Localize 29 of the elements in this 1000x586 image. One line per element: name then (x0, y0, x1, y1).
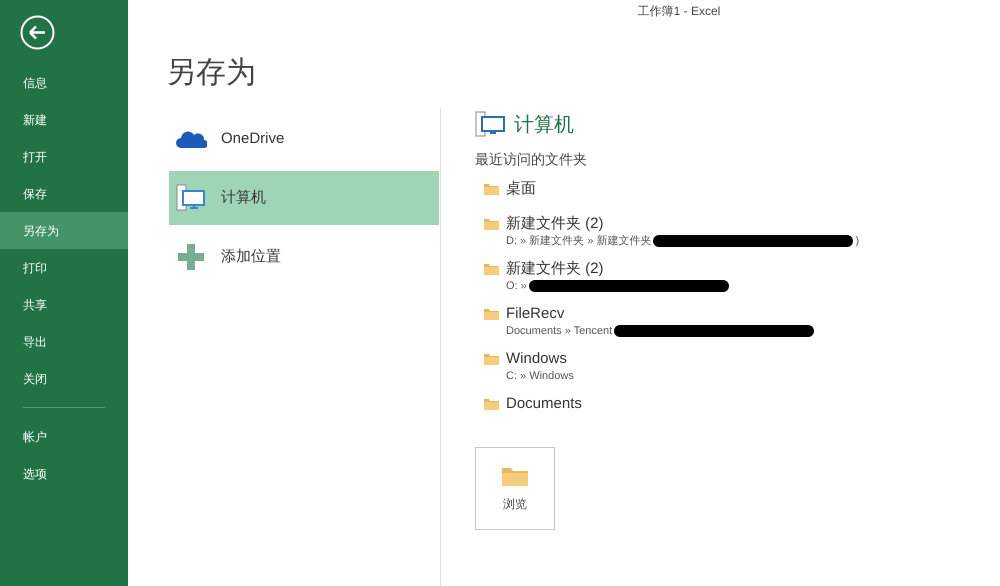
folder-name[interactable]: 桌面 (506, 180, 536, 198)
back-icon[interactable] (20, 15, 55, 50)
computer-icon (475, 111, 506, 139)
folder-icon (484, 183, 499, 195)
folder-name[interactable]: 新建文件夹 (2) (506, 215, 604, 233)
plus-icon (178, 244, 204, 270)
folder-path: ) (855, 234, 860, 249)
cloud-icon (175, 129, 207, 149)
folder-name[interactable]: 新建文件夹 (2) (506, 260, 604, 278)
section-label: 最近访问的文件夹 (475, 150, 587, 169)
folder-icon (484, 218, 499, 230)
folder-path: D: » 新建文件夹 » 新建文件夹 (506, 234, 652, 249)
folder-icon (484, 398, 499, 410)
place-item[interactable]: 计算机 (169, 171, 439, 225)
folder-icon (484, 353, 499, 365)
folder-path: O: » (506, 279, 527, 294)
computer-icon (176, 184, 206, 212)
folder-name[interactable]: FileRecv (506, 305, 564, 323)
folder-path: C: » Windows (506, 369, 574, 384)
folder-icon (484, 308, 499, 320)
page-title: 另存为 (166, 56, 256, 89)
folder-icon (484, 263, 499, 275)
browse-button[interactable]: 浏览 (475, 447, 555, 530)
section-title: 计算机 (514, 113, 574, 138)
sidebar-item[interactable]: 另存为 (0, 212, 128, 249)
folder-path: Documents » Tencent (506, 324, 612, 339)
folder-name[interactable]: Windows (506, 350, 567, 368)
folder-name[interactable]: Documents (506, 395, 582, 413)
window-title: 工作簿1 - Excel (638, 3, 720, 20)
